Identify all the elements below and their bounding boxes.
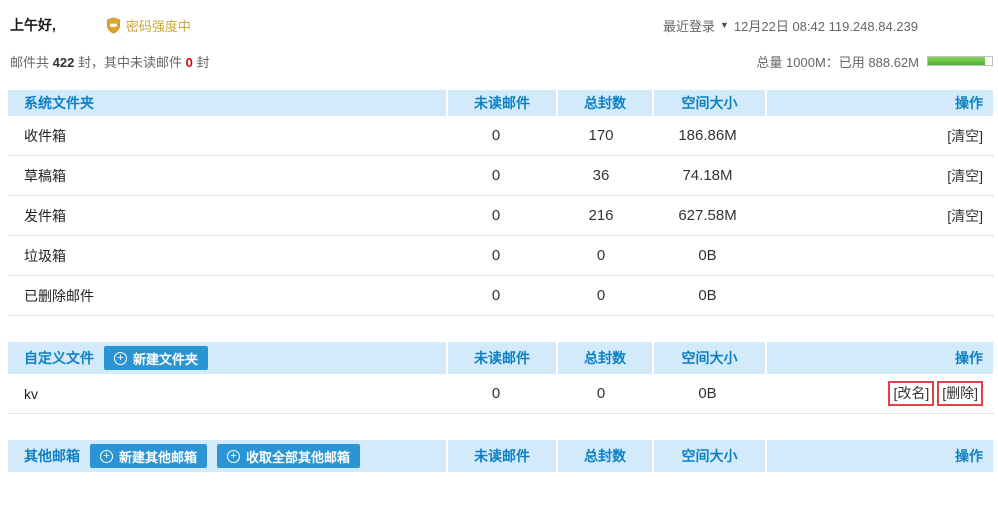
folder-row-deleted: 已删除邮件 0 0 0B	[8, 276, 993, 316]
folder-row-trash: 垃圾箱 0 0 0B	[8, 236, 993, 276]
last-login-label: 最近登录	[663, 16, 715, 35]
unread-cell: 0	[440, 167, 552, 184]
folder-name: 发件箱	[8, 206, 440, 226]
quota-text: 总量 1000M：已用 888.62M	[756, 52, 919, 71]
total-cell: 0	[552, 385, 650, 402]
custom-folders-table: 自定义文件 + 新建文件夹 未读邮件 总封数 空间大小 操作 kv 0 0 0B…	[8, 342, 993, 414]
unread-cell: 0	[440, 127, 552, 144]
column-header-ops: 操作	[765, 342, 993, 374]
total-cell: 216	[552, 207, 650, 224]
mail-total-count: 422	[53, 55, 75, 70]
last-login-dropdown[interactable]: 最近登录 ▼ 12月22日 08:42 119.248.84.239	[663, 16, 918, 35]
size-cell: 0B	[650, 247, 765, 264]
folder-row-inbox: 收件箱 0 170 186.86M [清空]	[8, 116, 993, 156]
custom-folders-header: 自定义文件 + 新建文件夹 未读邮件 总封数 空间大小 操作	[8, 342, 993, 374]
total-cell: 36	[552, 167, 650, 184]
size-cell: 74.18M	[650, 167, 765, 184]
progress-fill	[928, 57, 985, 65]
new-other-mailbox-label: 新建其他邮箱	[119, 447, 197, 466]
delete-folder-link[interactable]: [删除]	[942, 385, 978, 401]
total-cell: 170	[552, 127, 650, 144]
column-header-total: 总封数	[556, 90, 652, 116]
clear-sent-link[interactable]: [清空]	[947, 206, 983, 226]
password-strength-badge[interactable]: 密码强度中	[106, 16, 191, 35]
clear-drafts-link[interactable]: [清空]	[947, 166, 983, 186]
mail-count-prefix: 邮件共	[10, 55, 53, 70]
mail-count-suffix: 封	[193, 55, 210, 70]
table-title-custom: 自定义文件	[24, 348, 94, 368]
folder-name: 已删除邮件	[8, 286, 440, 306]
mail-count-mid: 封，其中未读邮件	[74, 55, 185, 70]
mail-count-summary: 邮件共 422 封，其中未读邮件 0 封	[10, 52, 209, 71]
total-cell: 0	[552, 287, 650, 304]
size-cell: 0B	[650, 287, 765, 304]
password-strength-label: 密码强度中	[126, 16, 191, 35]
top-header-row: 上午好, 密码强度中 最近登录 ▼ 12月22日 08:42 119.248.8…	[10, 14, 998, 36]
rename-highlight-box: [改名]	[888, 381, 934, 406]
column-header-unread: 未读邮件	[446, 440, 556, 472]
mail-unread-count: 0	[186, 55, 193, 70]
folder-row-sent: 发件箱 0 216 627.58M [清空]	[8, 196, 993, 236]
clear-inbox-link[interactable]: [清空]	[947, 126, 983, 146]
last-login-value: 12月22日 08:42 119.248.84.239	[734, 16, 918, 35]
column-header-unread: 未读邮件	[446, 342, 556, 374]
greeting-text: 上午好,	[10, 15, 56, 35]
column-header-size: 空间大小	[652, 342, 765, 374]
folder-tables: 系统文件夹 未读邮件 总封数 空间大小 操作 收件箱 0 170 186.86M…	[8, 90, 993, 472]
fetch-all-other-mailbox-label: 收取全部其他邮箱	[246, 447, 350, 466]
column-header-ops: 操作	[765, 90, 993, 116]
folder-name: kv	[8, 386, 440, 402]
folder-row-kv: kv 0 0 0B [改名] [删除]	[8, 374, 993, 414]
caret-down-icon: ▼	[720, 21, 729, 30]
quota-progressbar	[927, 56, 993, 66]
system-folders-header: 系统文件夹 未读邮件 总封数 空间大小 操作	[8, 90, 993, 116]
column-header-total: 总封数	[556, 342, 652, 374]
new-folder-button[interactable]: + 新建文件夹	[104, 346, 208, 370]
fetch-all-other-mailbox-button[interactable]: + 收取全部其他邮箱	[217, 444, 360, 468]
plus-circle-icon: +	[227, 450, 240, 463]
column-header-size: 空间大小	[652, 440, 765, 472]
delete-highlight-box: [删除]	[937, 381, 983, 406]
column-header-total: 总封数	[556, 440, 652, 472]
shield-icon	[106, 17, 121, 34]
table-title-system: 系统文件夹	[24, 93, 94, 113]
new-other-mailbox-button[interactable]: + 新建其他邮箱	[90, 444, 207, 468]
folder-name: 垃圾箱	[8, 246, 440, 266]
summary-row: 邮件共 422 封，其中未读邮件 0 封 总量 1000M：已用 888.62M	[10, 52, 993, 70]
size-cell: 186.86M	[650, 127, 765, 144]
new-folder-button-label: 新建文件夹	[133, 349, 198, 368]
size-cell: 0B	[650, 385, 765, 402]
column-header-unread: 未读邮件	[446, 90, 556, 116]
plus-circle-icon: +	[100, 450, 113, 463]
quota-summary: 总量 1000M：已用 888.62M	[756, 52, 993, 71]
folder-row-drafts: 草稿箱 0 36 74.18M [清空]	[8, 156, 993, 196]
unread-cell: 0	[440, 287, 552, 304]
rename-folder-link[interactable]: [改名]	[893, 385, 929, 401]
other-mailbox-table: 其他邮箱 + 新建其他邮箱 + 收取全部其他邮箱 未读邮件 总封数 空间大小 操…	[8, 440, 993, 472]
other-mailbox-header: 其他邮箱 + 新建其他邮箱 + 收取全部其他邮箱 未读邮件 总封数 空间大小 操…	[8, 440, 993, 472]
size-cell: 627.58M	[650, 207, 765, 224]
unread-cell: 0	[440, 385, 552, 402]
plus-circle-icon: +	[114, 352, 127, 365]
column-header-size: 空间大小	[652, 90, 765, 116]
folder-name: 草稿箱	[8, 166, 440, 186]
system-folders-table: 系统文件夹 未读邮件 总封数 空间大小 操作 收件箱 0 170 186.86M…	[8, 90, 993, 316]
unread-cell: 0	[440, 207, 552, 224]
total-cell: 0	[552, 247, 650, 264]
folder-name: 收件箱	[8, 126, 440, 146]
unread-cell: 0	[440, 247, 552, 264]
column-header-ops: 操作	[765, 440, 993, 472]
table-title-other: 其他邮箱	[24, 446, 80, 466]
